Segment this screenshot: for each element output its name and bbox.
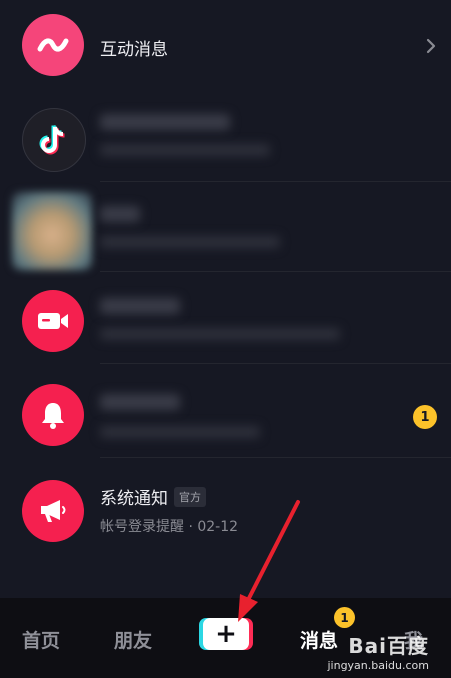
blurred-subtitle: [100, 236, 280, 248]
blurred-title: [100, 394, 180, 410]
divider: [100, 181, 451, 182]
baidu-watermark: Bai百度 jingyan.baidu.com: [327, 630, 429, 672]
blurred-title: [100, 206, 140, 222]
wave-icon: [22, 14, 84, 76]
chevron-right-icon: [426, 38, 436, 54]
official-badge: 官方: [174, 487, 206, 507]
watermark-logo: Bai百度: [348, 634, 429, 658]
item-subtitle: 帐号登录提醒 · 02-12: [100, 519, 239, 535]
item-title: 系统通知: [100, 489, 168, 509]
list-item-system-notification[interactable]: 系统通知 官方 帐号登录提醒 · 02-12: [0, 466, 451, 552]
create-button[interactable]: +: [199, 618, 253, 650]
tab-home[interactable]: 首页: [22, 626, 60, 653]
item-title-row: 系统通知 官方: [100, 484, 206, 509]
list-item-notification[interactable]: 1: [0, 372, 451, 458]
blurred-title: [100, 298, 180, 314]
unread-badge: 1: [413, 405, 437, 429]
list-item-video[interactable]: [0, 278, 451, 364]
blurred-subtitle: [100, 328, 340, 340]
item-title: 互动消息: [100, 40, 168, 60]
divider: [100, 363, 451, 364]
blurred-avatar: [12, 192, 92, 270]
bell-icon: [22, 384, 84, 446]
blurred-title: [100, 114, 230, 130]
tiktok-logo-icon: [22, 108, 86, 172]
list-item-interactive-messages[interactable]: 互动消息: [0, 2, 451, 88]
blurred-subtitle: [100, 426, 260, 438]
list-item-contact[interactable]: [0, 186, 451, 272]
tab-friends[interactable]: 朋友: [114, 626, 152, 653]
message-list: 互动消息 1 系统通知 官方 帐号登录提醒 · 02-12: [0, 0, 451, 598]
list-item-douyin[interactable]: [0, 96, 451, 182]
blurred-subtitle: [100, 144, 270, 156]
messages-badge: 1: [334, 607, 355, 628]
megaphone-icon: [22, 480, 84, 542]
video-camera-icon: [22, 290, 84, 352]
divider: [100, 457, 451, 458]
divider: [100, 271, 451, 272]
watermark-url: jingyan.baidu.com: [327, 659, 429, 672]
plus-icon: +: [203, 618, 249, 650]
